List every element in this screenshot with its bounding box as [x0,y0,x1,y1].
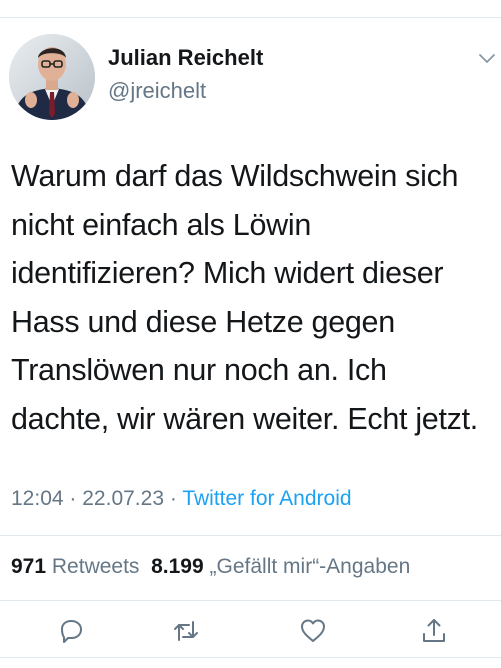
tweet-source-link[interactable]: Twitter for Android [182,487,351,510]
tweet-time[interactable]: 12:04 [11,487,64,510]
user-handle[interactable]: @jreichelt [108,78,206,104]
tweet-text-line: Warum darf das Wildschwein sich [11,159,459,193]
chevron-down-icon[interactable] [478,52,496,66]
share-icon[interactable] [419,616,449,646]
tweet-date[interactable]: 22.07.23 [82,487,164,510]
like-label: „Gefällt mir“-Angaben [209,555,411,578]
tweet-actions [0,612,501,648]
tweet-text: Warum darf das Wildschwein sich nicht ei… [11,152,499,443]
tweet-text-line: nicht einfach als Löwin [11,207,311,242]
retweet-icon[interactable] [171,616,201,646]
tweet-text-line: identifizieren? Mich widert dieser [11,256,444,290]
tweet-meta: 12:04 · 22.07.23 · Twitter for Android [11,487,352,511]
top-divider [0,17,501,18]
engagement-stats: 971 Retweets 8.199 „Gefällt mir“-Angaben [11,555,410,579]
meta-separator: · [169,487,177,510]
avatar[interactable] [9,34,95,120]
stats-top-divider [0,535,501,536]
tweet-text-line: dachte, wir wären weiter. Echt jetzt. [11,401,478,436]
heart-icon[interactable] [298,616,328,646]
meta-separator: · [69,487,77,510]
reply-icon[interactable] [56,616,86,646]
retweet-count: 971 [11,555,47,578]
retweets-stat[interactable]: 971 Retweets [11,555,139,578]
bottom-divider [0,657,501,658]
likes-stat[interactable]: 8.199 „Gefällt mir“-Angaben [151,555,410,578]
like-count: 8.199 [151,555,204,578]
tweet-text-line: Translöwen nur noch an. Ich [11,353,387,387]
display-name[interactable]: Julian Reichelt [108,45,263,71]
tweet-text-line: Hass und diese Hetze gegen [11,304,395,339]
retweet-label: Retweets [51,555,140,578]
stats-bottom-divider [0,600,501,601]
